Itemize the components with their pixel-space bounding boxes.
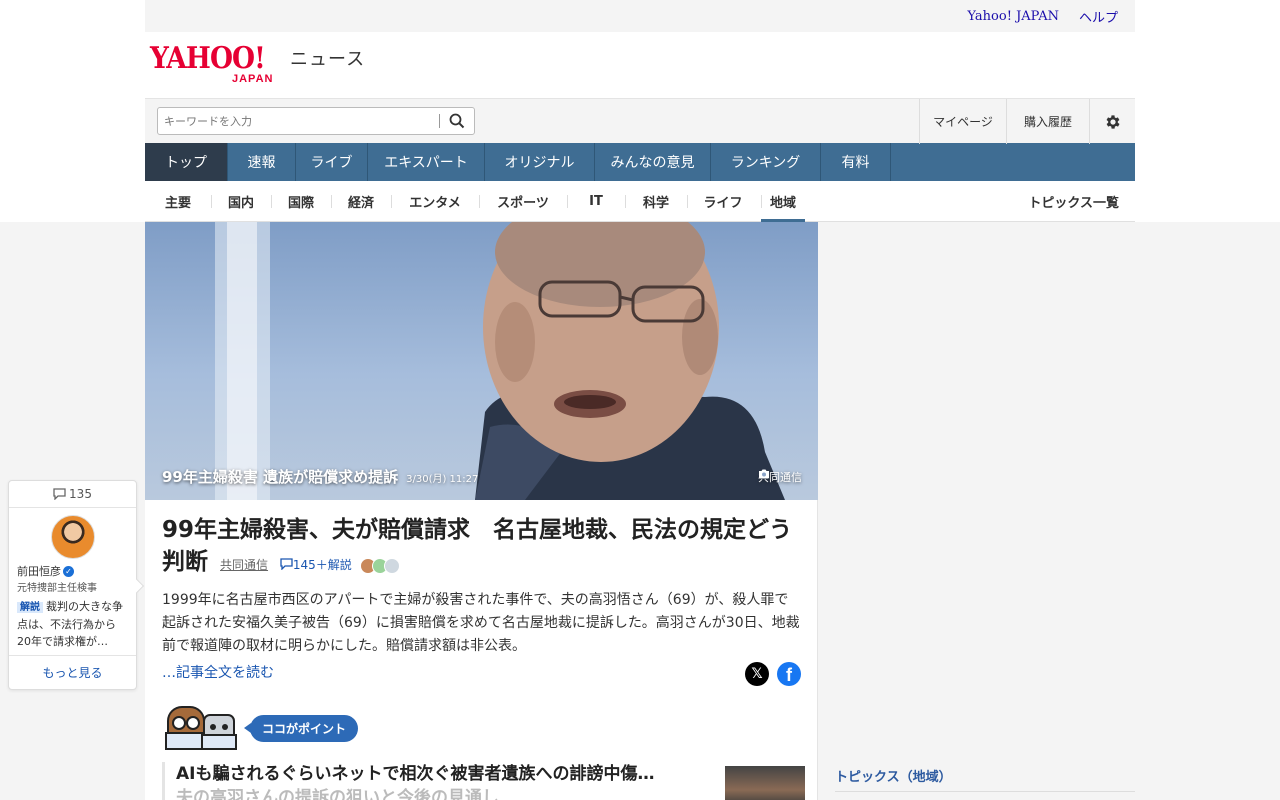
- point-section: ココがポイント: [162, 703, 359, 753]
- point-badge[interactable]: ココがポイント: [243, 714, 359, 742]
- hero-credit: 共同通信: [758, 469, 802, 485]
- see-more-link[interactable]: もっと見る: [9, 655, 136, 689]
- help-link[interactable]: ヘルプ: [1079, 7, 1118, 26]
- nav-live[interactable]: ライブ: [296, 143, 368, 181]
- settings-button[interactable]: [1089, 99, 1135, 144]
- hero-photo: [215, 222, 785, 500]
- main-nav: トップ 速報 ライブ エキスパート オリジナル みんなの意見 ランキング 有料: [145, 143, 1135, 181]
- gear-icon: [1106, 114, 1120, 129]
- related-title: AIも騙されるぐらいネットで相次ぐ被害者遺族への誹謗中傷…: [176, 764, 655, 784]
- nav-paid[interactable]: 有料: [821, 143, 891, 181]
- camera-icon: [759, 469, 769, 478]
- facebook-icon: f: [786, 665, 792, 685]
- category-life[interactable]: ライフ: [687, 181, 759, 222]
- source-link[interactable]: 共同通信: [220, 558, 268, 572]
- category-sports[interactable]: スポーツ: [479, 181, 567, 222]
- read-full-article-link[interactable]: …記事全文を読む: [162, 662, 274, 682]
- category-it[interactable]: IT: [567, 181, 625, 222]
- yahoo-japan-link[interactable]: Yahoo! JAPAN: [967, 9, 1059, 24]
- local-topics-header[interactable]: トピックス（地域）: [835, 766, 1135, 792]
- comment-card: 135 前田恒彦 ✓ 元特捜部主任検事 解説 裁判の大きな争点は、不法行為から20…: [8, 480, 145, 690]
- category-entertainment[interactable]: エンタメ: [391, 181, 479, 222]
- nav-original[interactable]: オリジナル: [485, 143, 595, 181]
- category-science[interactable]: 科学: [625, 181, 687, 222]
- expert-name[interactable]: 前田恒彦 ✓: [9, 559, 136, 579]
- headline-meta: 共同通信 145＋解説: [216, 557, 400, 574]
- avatar: [383, 557, 400, 574]
- hero-caption: 99年主婦殺害 遺族が賠償求め提訴 3/30(月) 11:27: [162, 466, 478, 487]
- mascot-icon: [165, 706, 237, 750]
- verified-icon: ✓: [63, 565, 74, 577]
- comment-count[interactable]: 135: [9, 481, 136, 508]
- logo-area: YAHOO! JAPAN ニュース: [145, 32, 1135, 98]
- yahoo-news-logo[interactable]: YAHOO! JAPAN ニュース: [150, 41, 366, 85]
- purchase-history-link[interactable]: 購入履歴: [1006, 99, 1089, 144]
- category-main[interactable]: 主要: [145, 181, 211, 222]
- hero-title[interactable]: 99年主婦殺害 遺族が賠償求め提訴: [162, 466, 398, 487]
- comment-icon: [280, 558, 293, 571]
- x-icon: 𝕏: [751, 666, 763, 682]
- header-links: マイページ 購入履歴: [919, 99, 1135, 144]
- comment-icon: [53, 488, 66, 500]
- nav-breaking[interactable]: 速報: [228, 143, 296, 181]
- category-nav: 主要 国内 国際 経済 エンタメ スポーツ IT 科学 ライフ 地域 トピックス…: [145, 181, 1135, 222]
- expert-avatars: [359, 557, 400, 574]
- nav-ranking[interactable]: ランキング: [711, 143, 821, 181]
- search-button[interactable]: [440, 108, 474, 134]
- nav-opinions[interactable]: みんなの意見: [595, 143, 711, 181]
- article-headline[interactable]: 99年主婦殺害、夫が賠償請求 名古屋地裁、民法の規定どう判断 共同通信 145＋…: [162, 514, 801, 581]
- comment-text[interactable]: 解説 裁判の大きな争点は、不法行為から20年で請求権が…: [9, 594, 136, 652]
- expert-title: 元特捜部主任検事: [17, 583, 97, 594]
- search-row: マイページ 購入履歴: [145, 98, 1135, 144]
- topics-list-link[interactable]: トピックス一覧: [1028, 181, 1119, 222]
- hero-date: 3/30(月) 11:27: [406, 474, 479, 485]
- search-input[interactable]: [158, 109, 439, 133]
- mypage-link[interactable]: マイページ: [919, 99, 1006, 144]
- yahoo-logo: YAHOO! JAPAN: [150, 41, 274, 85]
- utility-bar: Yahoo! JAPAN ヘルプ: [145, 0, 1135, 32]
- related-thumbnail: [725, 766, 805, 800]
- comment-tag: 解説: [17, 602, 43, 613]
- facebook-share-button[interactable]: f: [777, 662, 801, 686]
- search-icon: [449, 113, 465, 129]
- category-economy[interactable]: 経済: [331, 181, 391, 222]
- nav-top[interactable]: トップ: [145, 143, 228, 181]
- avatar[interactable]: [50, 515, 95, 559]
- category-domestic[interactable]: 国内: [211, 181, 271, 222]
- page-header: Yahoo! JAPAN ヘルプ YAHOO! JAPAN ニュース マイページ…: [145, 0, 1135, 222]
- category-world[interactable]: 国際: [271, 181, 331, 222]
- article-summary: 1999年に名古屋市西区のアパートで主婦が殺害された事件で、夫の高羽悟さん（69…: [162, 592, 800, 654]
- article-card: 99年主婦殺害、夫が賠償請求 名古屋地裁、民法の規定どう判断 共同通信 145＋…: [145, 500, 818, 800]
- search-box: [157, 107, 475, 135]
- service-name: ニュース: [290, 49, 366, 70]
- share-buttons: 𝕏 f: [745, 662, 801, 686]
- category-local[interactable]: 地域: [761, 181, 805, 222]
- x-share-button[interactable]: 𝕏: [745, 662, 769, 686]
- comments-link[interactable]: 145＋解説: [280, 558, 356, 572]
- related-article[interactable]: AIも騙されるぐらいネットで相次ぐ被害者遺族への誹謗中傷… 夫の高羽さんの提訴の…: [162, 762, 805, 800]
- related-subtitle: 夫の高羽さんの提訴の狙いと今後の見通し: [176, 788, 499, 800]
- hero-image[interactable]: 99年主婦殺害 遺族が賠償求め提訴 3/30(月) 11:27 共同通信: [145, 222, 818, 500]
- nav-expert[interactable]: エキスパート: [368, 143, 485, 181]
